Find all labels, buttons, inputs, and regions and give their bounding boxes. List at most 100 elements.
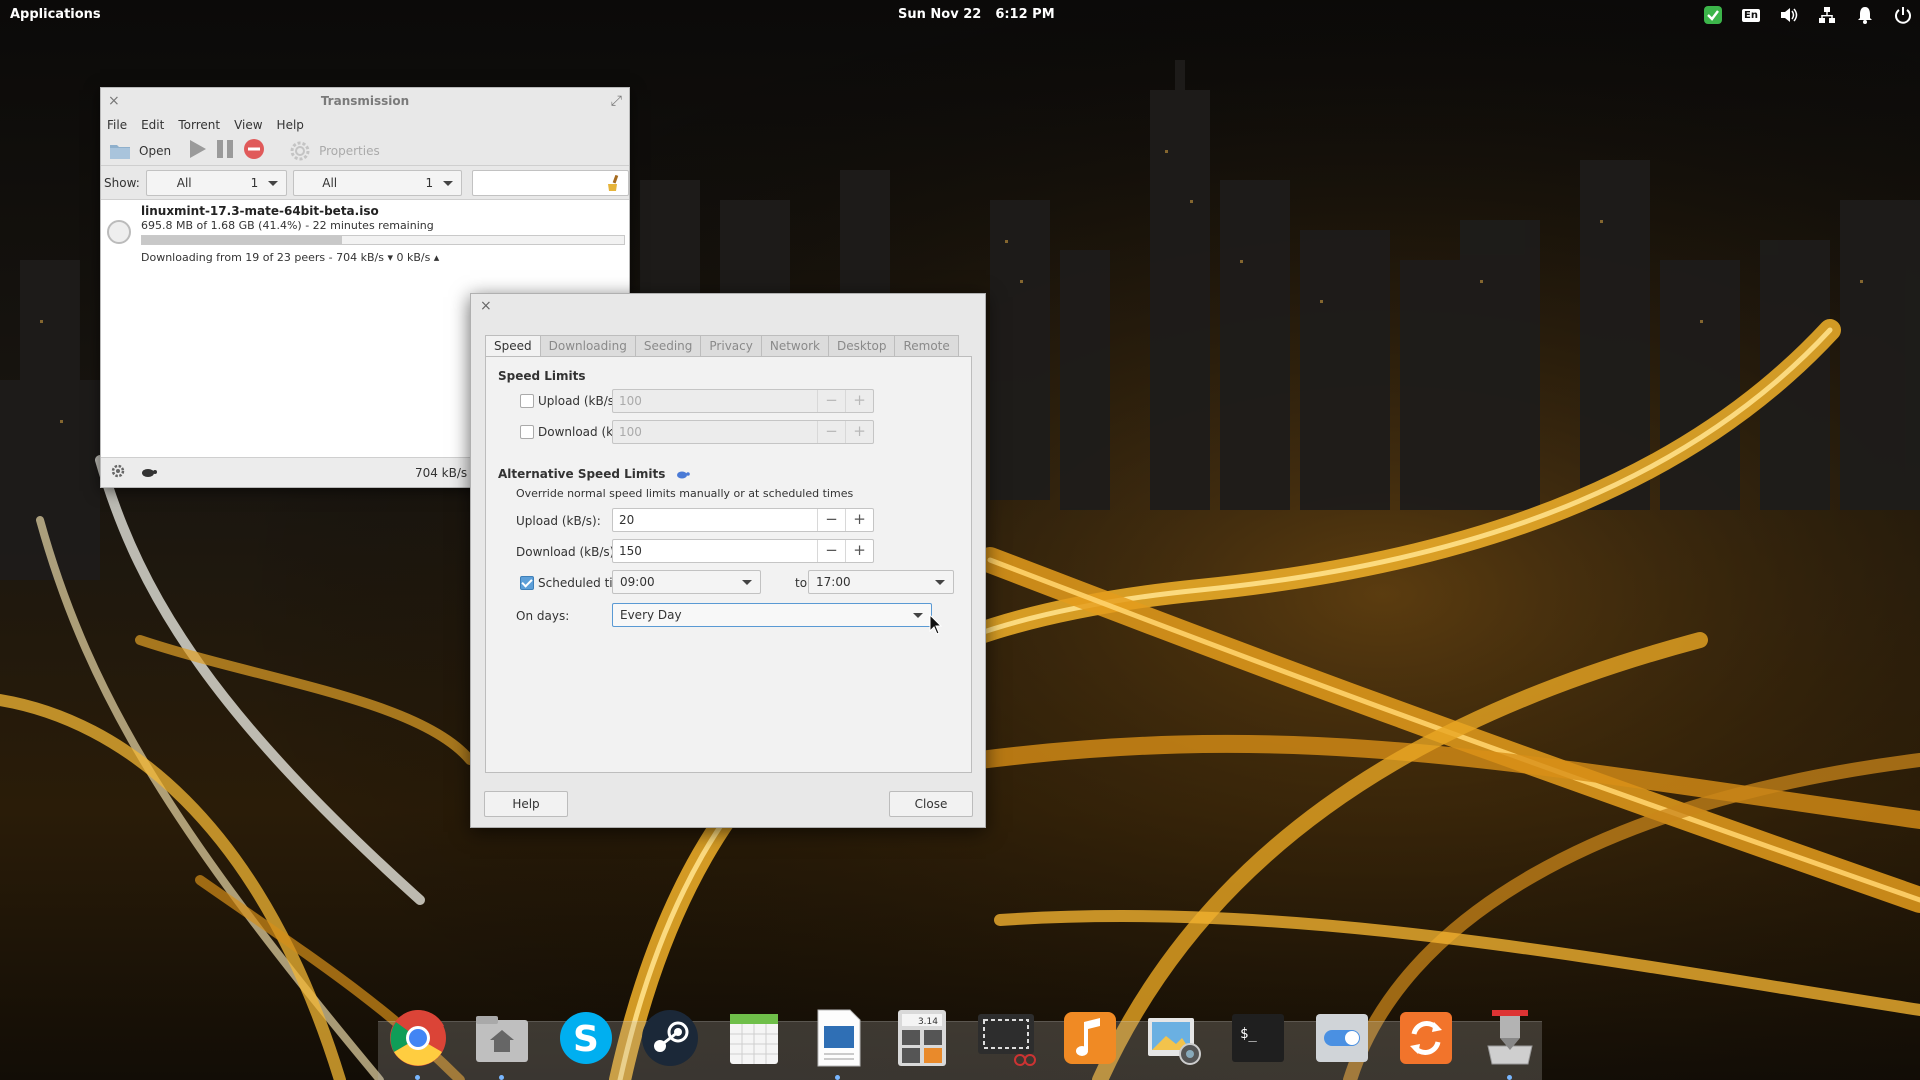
- upload-limit-spinner[interactable]: 100 − +: [612, 389, 874, 413]
- menu-view[interactable]: View: [234, 118, 262, 132]
- torrent-status-icon: [107, 220, 131, 244]
- dock-music-icon[interactable]: [1058, 1006, 1122, 1070]
- download-limit-checkbox[interactable]: [520, 425, 534, 439]
- alt-upload-spinner[interactable]: 20 − +: [612, 508, 874, 532]
- turtle-icon[interactable]: [141, 466, 157, 480]
- dock-settings-toggle-icon[interactable]: [1310, 1006, 1374, 1070]
- open-button[interactable]: Open: [109, 142, 171, 160]
- window-titlebar[interactable]: × Transmission ⤢: [101, 88, 629, 114]
- clock[interactable]: Sun Nov 22 6:12 PM: [898, 7, 1055, 22]
- increment-icon[interactable]: +: [845, 421, 873, 443]
- menu-edit[interactable]: Edit: [141, 118, 164, 132]
- tab-desktop[interactable]: Desktop: [828, 335, 896, 357]
- category-filter-count: 1: [425, 175, 434, 190]
- tab-privacy[interactable]: Privacy: [701, 335, 762, 357]
- download-limit-spinner[interactable]: 100 − +: [612, 420, 874, 444]
- help-button[interactable]: Help: [484, 791, 568, 817]
- mouse-cursor-icon: [929, 614, 943, 635]
- dock-screenshot-icon[interactable]: [974, 1006, 1038, 1070]
- chevron-down-icon: [913, 613, 923, 618]
- power-icon[interactable]: [1892, 4, 1914, 26]
- dock-terminal-icon[interactable]: $_: [1226, 1006, 1290, 1070]
- torrent-row[interactable]: linuxmint-17.3-mate-64bit-beta.iso 695.8…: [101, 200, 629, 264]
- schedule-to-combo[interactable]: 17:00: [808, 570, 954, 594]
- activity-filter-combo[interactable]: All 1: [145, 169, 288, 196]
- menu-torrent[interactable]: Torrent: [178, 118, 220, 132]
- schedule-from-value: 09:00: [620, 575, 655, 589]
- window-title: Transmission: [320, 94, 410, 108]
- dock-chrome-icon[interactable]: [386, 1006, 450, 1080]
- schedule-to-value: 17:00: [816, 575, 851, 589]
- remove-button[interactable]: [243, 138, 265, 163]
- alt-download-value: 150: [619, 544, 642, 558]
- torrent-progress-bar: [141, 235, 625, 245]
- decrement-icon[interactable]: −: [817, 421, 845, 443]
- dock: S 3.14 $_: [386, 1006, 1542, 1080]
- schedule-from-combo[interactable]: 09:00: [612, 570, 761, 594]
- chevron-down-icon: [742, 580, 752, 585]
- decrement-icon[interactable]: −: [817, 509, 845, 531]
- upload-limit-value: 100: [619, 394, 642, 408]
- window-close-button[interactable]: ×: [108, 88, 120, 114]
- window-maximize-button[interactable]: ⤢: [611, 88, 622, 114]
- search-input[interactable]: [472, 169, 630, 196]
- increment-icon[interactable]: +: [845, 390, 873, 412]
- menu-help[interactable]: Help: [277, 118, 304, 132]
- keyboard-layout-indicator[interactable]: En: [1740, 4, 1762, 26]
- dock-skype-icon[interactable]: S: [554, 1006, 618, 1070]
- increment-icon[interactable]: +: [845, 540, 873, 562]
- dock-calculator-icon[interactable]: 3.14: [890, 1006, 954, 1070]
- on-days-combo[interactable]: Every Day: [612, 603, 932, 627]
- start-button[interactable]: [187, 139, 207, 162]
- volume-icon[interactable]: [1778, 4, 1800, 26]
- running-indicator: [835, 1075, 840, 1080]
- tab-seeding[interactable]: Seeding: [635, 335, 702, 357]
- options-gear-icon[interactable]: [111, 464, 125, 481]
- decrement-icon[interactable]: −: [817, 390, 845, 412]
- decrement-icon[interactable]: −: [817, 540, 845, 562]
- dock-steam-icon[interactable]: [638, 1006, 702, 1070]
- update-shield-icon[interactable]: [1702, 4, 1724, 26]
- menu-file[interactable]: File: [107, 118, 127, 132]
- upload-limit-label: Upload (kB/s):: [538, 394, 623, 408]
- notification-bell-icon[interactable]: [1854, 4, 1876, 26]
- increment-icon[interactable]: +: [845, 509, 873, 531]
- chevron-down-icon: [443, 180, 454, 186]
- folder-icon: [110, 144, 130, 159]
- dialog-close-icon[interactable]: ×: [480, 298, 492, 314]
- tab-remote[interactable]: Remote: [895, 335, 959, 357]
- open-label: Open: [139, 143, 172, 158]
- dock-files-icon[interactable]: [470, 1006, 534, 1080]
- tab-speed[interactable]: Speed: [485, 335, 541, 357]
- status-speed[interactable]: 704 kB/s ▾: [415, 466, 477, 480]
- download-limit-value: 100: [619, 425, 642, 439]
- clock-date: Sun Nov 22: [898, 7, 982, 22]
- chevron-down-icon: [268, 180, 279, 186]
- scheduled-times-checkbox[interactable]: [520, 576, 534, 590]
- tab-network[interactable]: Network: [761, 335, 829, 357]
- dock-calendar-icon[interactable]: [722, 1006, 786, 1070]
- show-label: Show:: [104, 175, 140, 190]
- pause-button[interactable]: [215, 139, 235, 162]
- dock-transmission-icon[interactable]: [1478, 1006, 1542, 1080]
- alt-speed-heading: Alternative Speed Limits: [498, 467, 690, 481]
- properties-button[interactable]: Properties: [289, 140, 380, 162]
- upload-limit-checkbox[interactable]: [520, 394, 534, 408]
- tab-downloading[interactable]: Downloading: [540, 335, 636, 357]
- svg-text:S: S: [573, 1019, 599, 1060]
- dock-update-manager-icon[interactable]: [1394, 1006, 1458, 1070]
- clear-brush-icon[interactable]: [606, 174, 620, 191]
- menu-bar: File Edit Torrent View Help: [101, 114, 629, 136]
- alt-speed-description: Override normal speed limits manually or…: [516, 487, 854, 500]
- dock-writer-icon[interactable]: [806, 1006, 870, 1080]
- network-icon[interactable]: [1816, 4, 1838, 26]
- preferences-tabs: Speed Downloading Seeding Privacy Networ…: [485, 335, 959, 357]
- dock-image-viewer-icon[interactable]: [1142, 1006, 1206, 1070]
- applications-menu[interactable]: Applications: [10, 7, 101, 22]
- category-filter-combo[interactable]: All 1: [293, 169, 463, 196]
- torrent-status: Downloading from 19 of 23 peers - 704 kB…: [141, 251, 440, 264]
- alt-download-spinner[interactable]: 150 − +: [612, 539, 874, 563]
- close-button[interactable]: Close: [889, 791, 973, 817]
- torrent-size: 695.8 MB of 1.68 GB (41.4%) - 22 minutes…: [141, 219, 434, 232]
- on-days-label: On days:: [516, 609, 570, 623]
